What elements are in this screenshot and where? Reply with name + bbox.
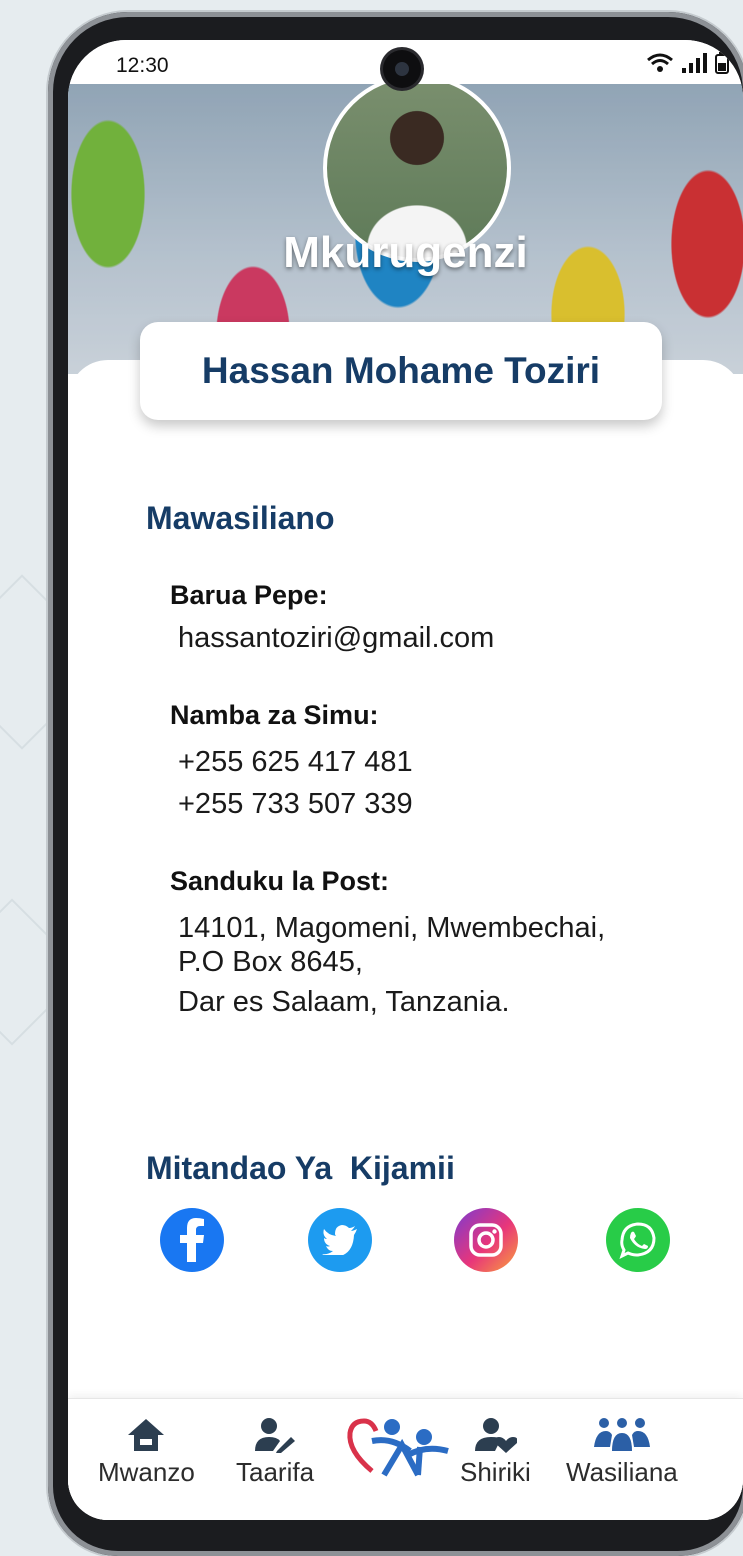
nav-item-label: Shiriki: [460, 1457, 531, 1487]
status-bar: 12:30: [68, 40, 743, 88]
address-line: P.O Box 8645,: [178, 946, 363, 978]
logo-icon: [347, 1418, 449, 1477]
front-camera: [383, 50, 421, 88]
status-icons: [647, 52, 729, 74]
profile-role: Mkurugenzi: [283, 228, 528, 277]
nav-item-mwanzo[interactable]: Mwanzo: [98, 1417, 195, 1488]
nav-item-taarifa[interactable]: Taarifa: [236, 1417, 314, 1488]
email-label: Barua Pepe:: [170, 580, 328, 610]
address-line: Dar es Salaam, Tanzania.: [178, 986, 510, 1018]
profile-name: Hassan Mohame Toziri: [201, 350, 601, 391]
battery-icon: [715, 52, 729, 74]
phone-value[interactable]: +255 625 417 481: [178, 744, 413, 780]
bottom-navigation: Mwanzo Taarifa Shiriki Wasiliana: [68, 1398, 743, 1520]
nav-item-label: Taarifa: [236, 1457, 315, 1487]
address-line: 14101, Magomeni, Mwembechai,: [178, 912, 606, 944]
phone-label: Namba za Simu:: [170, 700, 379, 730]
twitter-icon[interactable]: [308, 1208, 372, 1272]
nav-item-logo[interactable]: [344, 1411, 454, 1481]
contact-section-title: Mawasiliano: [146, 500, 335, 536]
whatsapp-icon[interactable]: [606, 1208, 670, 1272]
nav-item-wasiliana[interactable]: Wasiliana: [566, 1417, 678, 1488]
user-edit-icon: [255, 1418, 296, 1453]
nav-item-label: Mwanzo: [98, 1457, 195, 1487]
wifi-icon: [647, 53, 673, 72]
people-group-icon: [593, 1418, 650, 1451]
signal-icon: [682, 53, 707, 73]
profile-name-card: Hassan Mohame Toziri: [140, 322, 662, 420]
social-section-title: Mitandao Ya Kijamii: [146, 1150, 455, 1186]
home-icon: [128, 1419, 165, 1451]
email-value[interactable]: hassantoziri@gmail.com: [178, 620, 494, 656]
phone-value[interactable]: +255 733 507 339: [178, 786, 413, 822]
facebook-icon[interactable]: [160, 1208, 224, 1272]
user-heart-icon: [475, 1418, 518, 1453]
address-label: Sanduku la Post:: [170, 866, 390, 896]
nav-item-label: Wasiliana: [566, 1457, 678, 1487]
screen: 12:30 Mkurugenzi Hassan Mohame Toziri Ma…: [68, 40, 743, 1520]
status-time: 12:30: [116, 54, 169, 77]
instagram-icon[interactable]: [454, 1208, 518, 1272]
nav-item-shiriki[interactable]: Shiriki: [460, 1417, 531, 1488]
social-links: [68, 1208, 743, 1288]
